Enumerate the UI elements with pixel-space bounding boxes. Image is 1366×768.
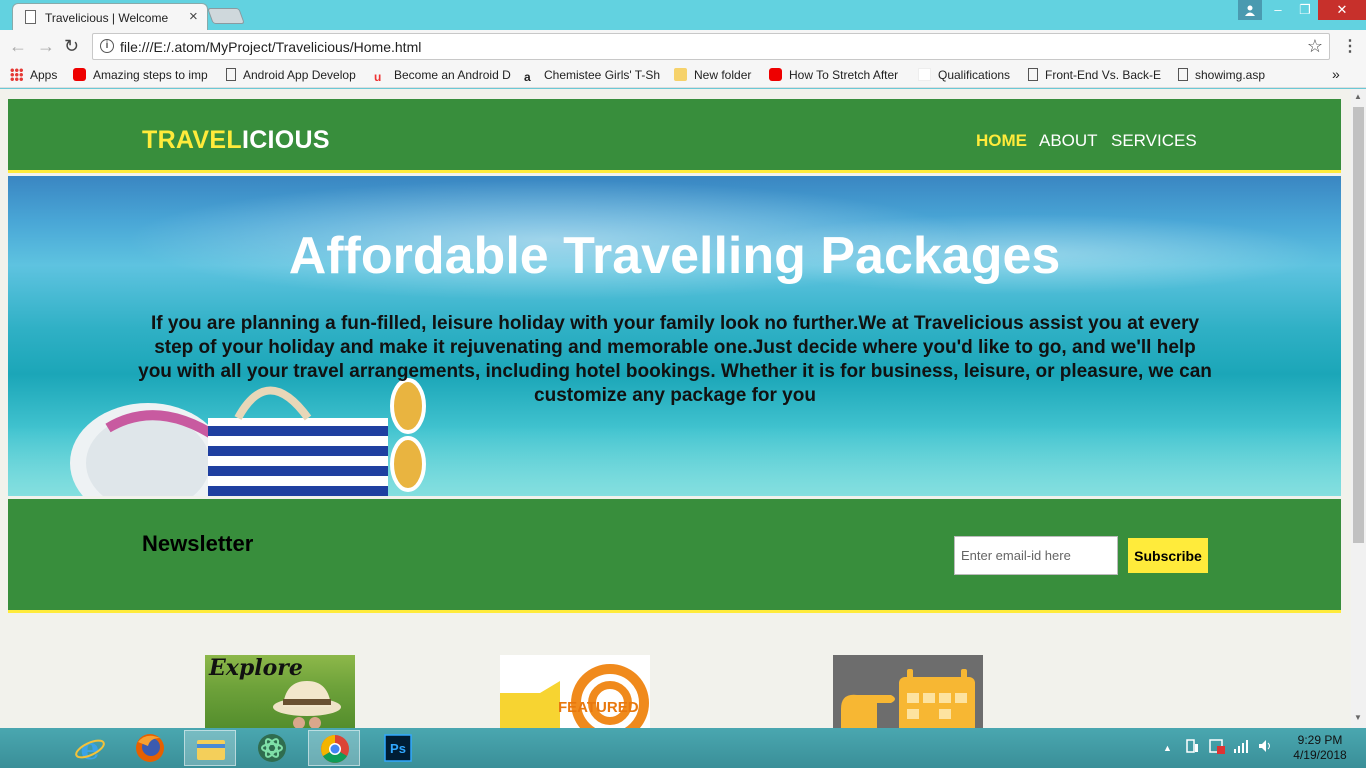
scrollbar-thumb[interactable] xyxy=(1353,107,1364,543)
bookmark-item[interactable]: Front-End Vs. Back-E xyxy=(1028,68,1166,84)
newsletter-section: Newsletter Subscribe xyxy=(8,499,1341,613)
profile-icon[interactable] xyxy=(1238,0,1262,20)
youtube-icon xyxy=(73,68,86,81)
atom-icon[interactable] xyxy=(246,730,298,766)
tab-close-icon[interactable]: × xyxy=(189,8,198,25)
clock-date: 4/19/2018 xyxy=(1293,748,1347,762)
browser-titlebar: Travelicious | Welcome × – ❐ ✕ xyxy=(0,0,1366,30)
bookmark-item[interactable]: a Chemistee Girls' T-Sh xyxy=(524,68,660,84)
site-header: TRAVELICIOUS HOME ABOUT SERVICES xyxy=(8,99,1341,173)
network-warning-icon[interactable] xyxy=(1208,738,1226,757)
url-text[interactable]: file:///E:/.atom/MyProject/Travelicious/… xyxy=(120,39,421,55)
page-icon xyxy=(1178,68,1188,81)
browser-toolbar: ← → ↻ i file:///E:/.atom/MyProject/Trave… xyxy=(0,30,1366,64)
firefox-icon[interactable] xyxy=(124,730,176,766)
chrome-icon[interactable] xyxy=(308,730,360,766)
bookmarks-overflow-icon[interactable]: » xyxy=(1332,66,1348,82)
tab-title: Travelicious | Welcome xyxy=(45,11,169,25)
featured-label: FEATURED xyxy=(558,699,639,716)
info-icon[interactable]: i xyxy=(100,39,114,53)
email-input[interactable] xyxy=(954,536,1118,575)
page-viewport: TRAVELICIOUS HOME ABOUT SERVICES Afforda… xyxy=(0,89,1351,728)
bookmark-item[interactable]: How To Stretch After xyxy=(769,68,907,84)
nav-about[interactable]: ABOUT xyxy=(1039,131,1098,151)
page-scrollbar[interactable]: ▲ ▼ xyxy=(1351,89,1366,728)
device-icon[interactable] xyxy=(1184,738,1200,757)
bookmark-item[interactable]: u Become an Android D xyxy=(374,68,512,84)
bookmark-apps[interactable]: Apps xyxy=(10,68,70,84)
new-tab-button[interactable] xyxy=(207,8,245,24)
clock-time: 9:29 PM xyxy=(1297,733,1343,747)
udacity-icon: u xyxy=(374,70,382,84)
logo-highlight: TRAVEL xyxy=(142,126,242,154)
bookmark-folder[interactable]: New folder xyxy=(674,68,764,84)
folder-icon xyxy=(674,68,687,81)
subscribe-button[interactable]: Subscribe xyxy=(1128,538,1208,573)
scroll-down-icon[interactable]: ▼ xyxy=(1354,713,1362,722)
page-icon xyxy=(25,10,36,24)
bookmark-item[interactable]: Qualifications xyxy=(918,68,1018,84)
system-clock[interactable]: 9:29 PM 4/19/2018 xyxy=(1290,733,1350,763)
megaphone-featured-image xyxy=(500,664,649,728)
blank-page-icon xyxy=(918,68,931,81)
svg-text:e: e xyxy=(80,732,99,766)
signal-icon[interactable] xyxy=(1233,738,1249,757)
youtube-icon xyxy=(769,68,782,81)
address-bar[interactable]: i file:///E:/.atom/MyProject/Traveliciou… xyxy=(92,33,1330,60)
scroll-up-icon[interactable]: ▲ xyxy=(1354,92,1362,101)
explore-card-image[interactable]: Explore xyxy=(205,655,355,728)
windows-taskbar: e Ps ▲ 9:29 PM 4/19/2018 xyxy=(0,728,1366,768)
hero-description: If you are planning a fun-filled, leisur… xyxy=(138,313,1212,406)
maximize-button[interactable]: ❐ xyxy=(1292,0,1318,20)
nav-home[interactable]: HOME xyxy=(976,131,1027,151)
bookmark-item[interactable]: showimg.asp xyxy=(1178,68,1278,84)
site-logo[interactable]: TRAVELICIOUS xyxy=(142,126,330,155)
reload-icon[interactable]: ↻ xyxy=(64,36,79,57)
back-icon[interactable]: ← xyxy=(9,36,27,57)
forward-icon[interactable]: → xyxy=(37,36,55,57)
hero-banner: Affordable Travelling Packages If you ar… xyxy=(8,176,1341,496)
page-icon xyxy=(1028,68,1038,81)
photoshop-icon[interactable]: Ps xyxy=(372,730,424,766)
close-window-button[interactable]: ✕ xyxy=(1318,0,1366,20)
file-explorer-icon[interactable] xyxy=(184,730,236,766)
featured-card-image[interactable]: FEATURED xyxy=(500,655,650,728)
browser-tab[interactable]: Travelicious | Welcome × xyxy=(12,3,208,30)
amazon-icon: a xyxy=(524,70,531,84)
nav-services[interactable]: SERVICES xyxy=(1111,131,1197,151)
bookmark-item[interactable]: Amazing steps to imp xyxy=(73,68,213,84)
bookmark-star-icon[interactable]: ☆ xyxy=(1307,36,1323,57)
svg-text:Ps: Ps xyxy=(390,741,406,756)
tray-expand-icon[interactable]: ▲ xyxy=(1163,743,1172,753)
apps-grid-icon xyxy=(10,68,23,81)
bookmarks-bar: Apps Amazing steps to imp Android App De… xyxy=(0,64,1366,88)
internet-explorer-icon[interactable]: e xyxy=(64,730,116,767)
page-icon xyxy=(226,68,236,81)
hero-title: Affordable Travelling Packages xyxy=(288,227,1061,285)
logo-rest: ICIOUS xyxy=(241,126,330,154)
volume-icon[interactable] xyxy=(1257,738,1273,757)
explorer-hat-image xyxy=(273,681,341,728)
newsletter-heading: Newsletter xyxy=(142,531,254,556)
hand-calendar-image xyxy=(841,669,975,728)
menu-dots-icon[interactable]: ⋮ xyxy=(1342,36,1358,56)
bookmark-item[interactable]: Android App Develop xyxy=(226,68,362,84)
minimize-button[interactable]: – xyxy=(1264,0,1292,20)
schedule-card-image[interactable] xyxy=(833,655,983,728)
